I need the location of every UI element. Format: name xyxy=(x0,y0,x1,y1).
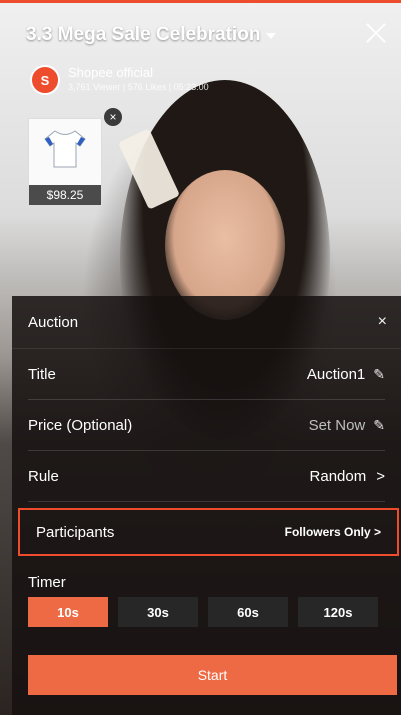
participants-value: Followers Only > xyxy=(284,525,381,539)
close-icon[interactable]: × xyxy=(104,108,122,126)
auction-price-placeholder: Set Now xyxy=(308,416,366,434)
auction-title-text: Auction1 xyxy=(306,365,366,383)
chevron-right-icon: > xyxy=(376,467,385,485)
auction-rule-text: Random xyxy=(309,467,367,485)
product-price: $98.25 xyxy=(29,185,101,205)
product-card[interactable]: $98.25 xyxy=(28,118,102,206)
auction-rule-value: Random > xyxy=(310,468,385,485)
auction-sheet-title: Auction xyxy=(28,313,79,331)
auction-sheet: Auction × Title Auction1 ✎ Price (Option… xyxy=(12,296,401,715)
live-stream-frame: 3.3 Mega Sale Celebration S Shopee offic… xyxy=(0,0,401,715)
close-icon[interactable]: × xyxy=(378,313,387,331)
auction-price-row[interactable]: Price (Optional) Set Now ✎ xyxy=(28,400,385,451)
host-stats: 3,761 Viewer | 576 Likes | 05:23:00 xyxy=(68,82,209,92)
timer-option-120s[interactable]: 120s xyxy=(298,597,378,627)
auction-title-value: Auction1 ✎ xyxy=(307,366,385,383)
auction-title-label: Title xyxy=(28,365,56,383)
tshirt-icon xyxy=(44,130,86,168)
participants-label: Participants xyxy=(36,523,115,541)
auction-rule-row[interactable]: Rule Random > xyxy=(28,451,385,502)
pencil-icon[interactable]: ✎ xyxy=(373,417,385,434)
chevron-down-icon xyxy=(266,33,277,39)
auction-price-label: Price (Optional) xyxy=(28,416,133,434)
shop-avatar-letter: S xyxy=(40,72,50,88)
pencil-icon[interactable]: ✎ xyxy=(373,366,385,383)
host-info: S Shopee official 3,761 Viewer | 576 Lik… xyxy=(30,65,209,95)
top-accent-bar xyxy=(0,0,401,3)
participants-row[interactable]: Participants Followers Only > xyxy=(18,508,399,556)
timer-option-10s[interactable]: 10s xyxy=(28,597,108,627)
timer-option-60s[interactable]: 60s xyxy=(208,597,288,627)
timer-option-30s[interactable]: 30s xyxy=(118,597,198,627)
auction-title-row[interactable]: Title Auction1 ✎ xyxy=(28,349,385,400)
host-text: Shopee official 3,761 Viewer | 576 Likes… xyxy=(68,66,209,94)
live-title-text: 3.3 Mega Sale Celebration xyxy=(26,24,261,45)
shop-avatar[interactable]: S xyxy=(30,65,60,95)
timer-options: 10s 30s 60s 120s xyxy=(12,591,401,627)
host-name: Shopee official xyxy=(68,65,154,80)
live-title[interactable]: 3.3 Mega Sale Celebration xyxy=(26,24,277,46)
live-header: 3.3 Mega Sale Celebration S Shopee offic… xyxy=(0,0,401,110)
auction-sheet-header: Auction × xyxy=(12,296,401,349)
timer-label: Timer xyxy=(28,574,66,591)
auction-rule-label: Rule xyxy=(28,467,59,485)
close-icon[interactable] xyxy=(363,20,389,46)
start-button[interactable]: Start xyxy=(28,655,397,695)
auction-price-value: Set Now ✎ xyxy=(309,417,385,434)
